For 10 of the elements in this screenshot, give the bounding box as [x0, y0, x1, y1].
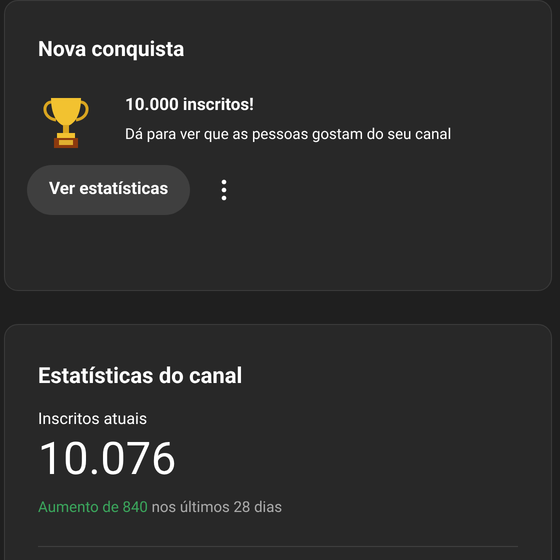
trophy-icon	[42, 96, 90, 150]
card-title: Nova conquista	[38, 37, 184, 64]
achievement-description: Dá para ver que as pessoas gostam do seu canal	[125, 124, 452, 145]
stat-label: Inscritos atuais	[38, 408, 148, 430]
more-options-icon[interactable]	[221, 179, 228, 201]
subscriber-count: 10.076	[38, 434, 176, 484]
subscriber-change: Aumento de 840 nos últimos 28 dias	[38, 497, 282, 518]
view-stats-button[interactable]: Ver estatísticas	[27, 165, 190, 215]
achievement-headline: 10.000 inscritos!	[125, 94, 254, 117]
card-title: Estatísticas do canal	[38, 363, 242, 391]
